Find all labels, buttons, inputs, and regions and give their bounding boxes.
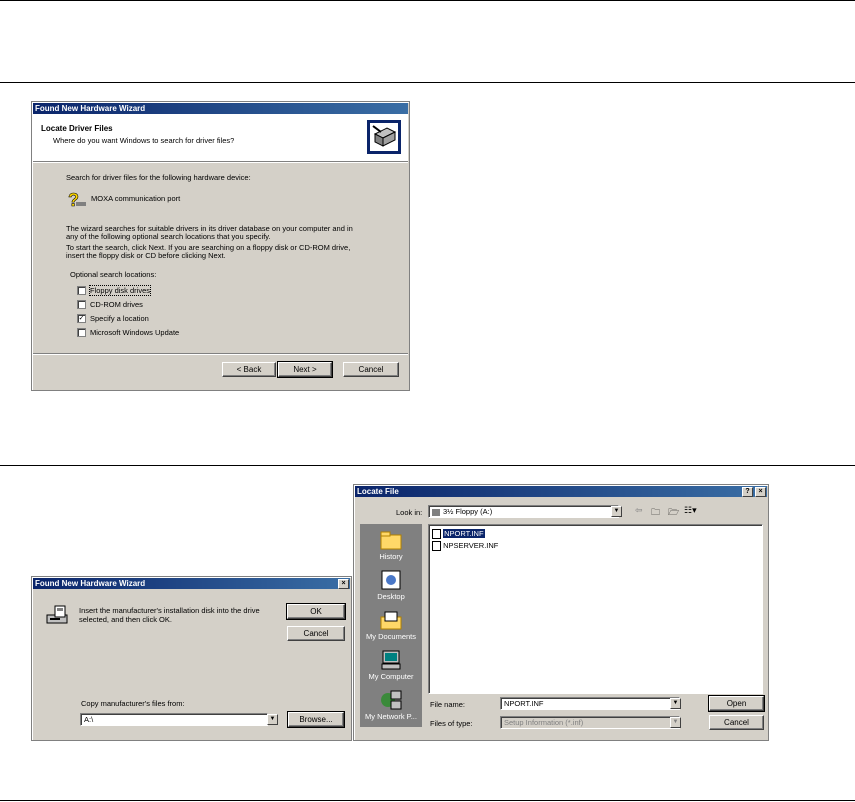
my-computer-icon <box>380 650 402 670</box>
search-for-label: Search for driver files for the followin… <box>66 173 251 182</box>
file-item[interactable]: NPSERVER.INF <box>432 540 498 552</box>
windows-update-label[interactable]: Microsoft Windows Update <box>90 328 179 337</box>
view-menu-icon[interactable]: ☷▾ <box>684 505 697 516</box>
specify-location-checkbox[interactable]: ✓ <box>77 314 86 323</box>
wizard-footer-divider <box>33 353 408 355</box>
wizard-dialog: Found New Hardware Wizard Locate Driver … <box>31 101 410 391</box>
device-name: MOXA communication port <box>91 194 181 203</box>
my-documents-icon <box>380 610 402 630</box>
file-list[interactable]: NPORT.INF NPSERVER.INF <box>428 524 763 694</box>
place-history[interactable]: History <box>360 530 422 561</box>
open-button[interactable]: Open <box>708 695 765 712</box>
insert-disk-dialog: Found New Hardware Wizard × Insert the m… <box>31 576 352 741</box>
next-button[interactable]: Next > <box>277 361 333 378</box>
insert-message-line2: selected, and then click OK. <box>79 615 172 624</box>
file-item[interactable]: NPORT.INF <box>432 528 485 540</box>
place-my-documents[interactable]: My Documents <box>360 610 422 641</box>
inf-file-icon <box>432 529 441 540</box>
file-name-label: File name: <box>430 700 466 709</box>
look-in-dropdown-icon[interactable]: ▼ <box>611 506 622 517</box>
wizard-title: Found New Hardware Wizard <box>33 103 408 114</box>
para1-line2: any of the following optional search loc… <box>66 232 271 241</box>
file-name-dropdown-icon[interactable]: ▼ <box>670 698 681 709</box>
cdrom-checkbox[interactable] <box>77 300 86 309</box>
page-rule-top <box>0 0 855 1</box>
up-folder-icon[interactable]: 🗀 <box>651 505 660 521</box>
cdrom-label[interactable]: CD-ROM drives <box>90 300 143 309</box>
browse-button[interactable]: Browse... <box>287 711 345 728</box>
close-icon[interactable]: × <box>755 487 766 497</box>
floppy-label[interactable]: Floppy disk drives <box>88 285 152 296</box>
floppy-icon <box>432 508 440 516</box>
wizard-header: Locate Driver Files Where do you want Wi… <box>33 114 408 161</box>
question-icon: ? <box>66 190 88 210</box>
place-my-computer[interactable]: My Computer <box>360 650 422 681</box>
cancel-button[interactable]: Cancel <box>343 362 399 377</box>
file-name-input[interactable]: NPORT.INF <box>500 697 680 710</box>
disk-drive-icon <box>46 605 70 627</box>
places-bar: History Desktop My Documents My Computer… <box>360 524 422 727</box>
file-type-label: Files of type: <box>430 719 473 728</box>
close-icon[interactable]: × <box>338 579 349 589</box>
wizard-heading: Locate Driver Files <box>41 124 113 133</box>
floppy-checkbox[interactable] <box>77 286 86 295</box>
place-desktop[interactable]: Desktop <box>360 570 422 601</box>
ok-button[interactable]: OK <box>286 603 346 620</box>
back-arrow-icon[interactable]: ⇦ <box>635 505 643 516</box>
locate-file-title: Locate File <box>355 486 767 497</box>
locate-cancel-button[interactable]: Cancel <box>709 715 764 730</box>
optional-locations-label: Optional search locations: <box>70 270 157 279</box>
my-network-icon <box>380 690 402 710</box>
page-rule-1 <box>0 82 855 83</box>
file-type-select[interactable]: Setup Information (*.inf) <box>500 716 680 729</box>
para2-line2: insert the floppy disk or CD before clic… <box>66 251 226 260</box>
desktop-icon <box>380 570 402 590</box>
history-icon <box>380 530 402 550</box>
svg-text:?: ? <box>68 190 79 210</box>
place-my-network[interactable]: My Network P... <box>360 690 422 721</box>
insert-message-line1: Insert the manufacturer's installation d… <box>79 606 260 615</box>
look-in-value: 3½ Floppy (A:) <box>443 507 493 516</box>
file-type-dropdown-icon[interactable]: ▼ <box>670 717 681 728</box>
wizard-header-divider <box>33 161 408 163</box>
copy-from-input[interactable]: A:\ <box>80 713 268 726</box>
wizard-subheading: Where do you want Windows to search for … <box>53 136 235 145</box>
hardware-wizard-icon <box>367 120 401 154</box>
page-rule-bottom <box>0 800 855 801</box>
insert-cancel-button[interactable]: Cancel <box>287 626 345 641</box>
back-button[interactable]: < Back <box>222 362 276 377</box>
page-rule-2 <box>0 465 855 466</box>
windows-update-checkbox[interactable] <box>77 328 86 337</box>
chevron-down-icon[interactable]: ▼ <box>267 714 278 725</box>
look-in-label: Look in: <box>396 508 423 517</box>
inf-file-icon <box>432 541 441 552</box>
look-in-select[interactable]: 3½ Floppy (A:) <box>428 505 619 518</box>
help-icon[interactable]: ? <box>742 487 753 497</box>
locate-file-dialog: Locate File ? × Look in: 3½ Floppy (A:) … <box>353 484 769 741</box>
specify-location-label[interactable]: Specify a location <box>90 314 149 323</box>
copy-from-label: Copy manufacturer's files from: <box>81 699 185 708</box>
new-folder-icon[interactable]: 🗁 <box>668 505 679 521</box>
insert-disk-title: Found New Hardware Wizard <box>33 578 350 589</box>
